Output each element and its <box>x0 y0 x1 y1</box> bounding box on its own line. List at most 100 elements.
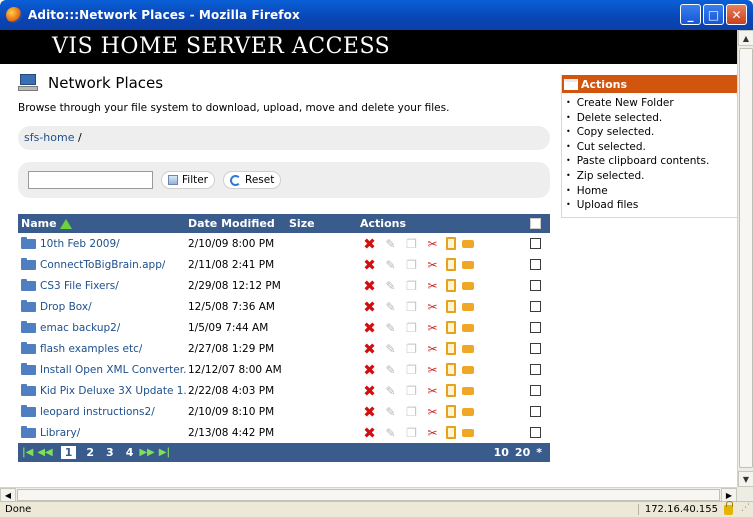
per-page-option[interactable]: 10 <box>494 446 509 459</box>
row-checkbox[interactable] <box>529 301 541 312</box>
row-checkbox[interactable] <box>529 385 541 396</box>
rename-icon[interactable]: ✎ <box>383 300 398 314</box>
folder-link[interactable]: ConnectToBigBrain.app/ <box>40 259 165 271</box>
reset-button[interactable]: Reset <box>223 171 282 189</box>
folder-link[interactable]: CS3 File Fixers/ <box>40 280 119 292</box>
row-checkbox[interactable] <box>529 280 541 291</box>
action-item[interactable]: • Zip selected. <box>566 169 737 184</box>
copy-icon[interactable]: ❐ <box>404 237 419 251</box>
zip-icon[interactable] <box>462 302 474 311</box>
folder-link[interactable]: Library/ <box>40 427 80 439</box>
cut-icon[interactable]: ✂ <box>425 321 440 335</box>
delete-icon[interactable]: ✖ <box>362 277 377 295</box>
breadcrumb-root-link[interactable]: sfs-home <box>24 131 75 144</box>
copy-icon[interactable]: ❐ <box>404 405 419 419</box>
column-header-size[interactable]: Size <box>289 217 360 230</box>
rename-icon[interactable]: ✎ <box>383 258 398 272</box>
folder-link[interactable]: 10th Feb 2009/ <box>40 238 120 250</box>
delete-icon[interactable]: ✖ <box>362 403 377 421</box>
scroll-left-icon[interactable]: ◀ <box>0 488 16 502</box>
paste-icon[interactable] <box>446 384 456 397</box>
row-checkbox[interactable] <box>529 406 541 417</box>
next-page-icon[interactable]: ▶▶ <box>139 447 154 458</box>
cut-icon[interactable]: ✂ <box>425 426 440 440</box>
rename-icon[interactable]: ✎ <box>383 321 398 335</box>
filter-input[interactable] <box>28 171 153 189</box>
rename-icon[interactable]: ✎ <box>383 342 398 356</box>
copy-icon[interactable]: ❐ <box>404 300 419 314</box>
folder-link[interactable]: Drop Box/ <box>40 301 92 313</box>
maximize-button[interactable]: □ <box>703 4 724 25</box>
cut-icon[interactable]: ✂ <box>425 363 440 377</box>
delete-icon[interactable]: ✖ <box>362 361 377 379</box>
rename-icon[interactable]: ✎ <box>383 279 398 293</box>
per-page-option[interactable]: 20 <box>515 446 530 459</box>
action-item[interactable]: • Upload files <box>566 198 737 213</box>
scroll-up-icon[interactable]: ▲ <box>738 30 753 46</box>
copy-icon[interactable]: ❐ <box>404 321 419 335</box>
action-item[interactable]: • Paste clipboard contents. <box>566 154 737 169</box>
paste-icon[interactable] <box>446 258 456 271</box>
folder-link[interactable]: Kid Pix Deluxe 3X Update 1.: <box>40 385 188 397</box>
rename-icon[interactable]: ✎ <box>383 426 398 440</box>
scroll-down-icon[interactable]: ▼ <box>738 471 753 487</box>
zip-icon[interactable] <box>462 344 474 353</box>
horizontal-scroll-thumb[interactable] <box>17 489 720 501</box>
horizontal-scrollbar[interactable]: ◀ ▶ <box>0 487 737 502</box>
zip-icon[interactable] <box>462 365 474 374</box>
zip-icon[interactable] <box>462 281 474 290</box>
row-checkbox[interactable] <box>529 322 541 333</box>
copy-icon[interactable]: ❐ <box>404 426 419 440</box>
row-checkbox[interactable] <box>529 238 541 249</box>
cut-icon[interactable]: ✂ <box>425 258 440 272</box>
delete-icon[interactable]: ✖ <box>362 298 377 316</box>
cut-icon[interactable]: ✂ <box>425 342 440 356</box>
action-item[interactable]: • Delete selected. <box>566 111 737 126</box>
page-number-4[interactable]: 4 <box>120 446 140 459</box>
copy-icon[interactable]: ❐ <box>404 258 419 272</box>
rename-icon[interactable]: ✎ <box>383 237 398 251</box>
rename-icon[interactable]: ✎ <box>383 384 398 398</box>
copy-icon[interactable]: ❐ <box>404 342 419 356</box>
action-item[interactable]: • Copy selected. <box>566 125 737 140</box>
action-item[interactable]: • Home <box>566 184 737 199</box>
select-all-checkbox[interactable] <box>529 218 541 229</box>
delete-icon[interactable]: ✖ <box>362 256 377 274</box>
folder-link[interactable]: leopard instructions2/ <box>40 406 155 418</box>
row-checkbox[interactable] <box>529 364 541 375</box>
previous-page-icon[interactable]: ◀◀ <box>37 447 52 458</box>
zip-icon[interactable] <box>462 260 474 269</box>
paste-icon[interactable] <box>446 321 456 334</box>
delete-icon[interactable]: ✖ <box>362 424 377 442</box>
zip-icon[interactable] <box>462 239 474 248</box>
last-page-icon[interactable]: ▶| <box>159 447 170 458</box>
close-button[interactable]: ✕ <box>726 4 747 25</box>
paste-icon[interactable] <box>446 237 456 250</box>
copy-icon[interactable]: ❐ <box>404 384 419 398</box>
delete-icon[interactable]: ✖ <box>362 340 377 358</box>
action-item[interactable]: • Cut selected. <box>566 140 737 155</box>
page-number-1[interactable]: 1 <box>60 446 77 459</box>
vertical-scroll-thumb[interactable] <box>739 48 753 468</box>
folder-link[interactable]: emac backup2/ <box>40 322 120 334</box>
delete-icon[interactable]: ✖ <box>362 235 377 253</box>
page-number-2[interactable]: 2 <box>80 446 100 459</box>
per-page-option[interactable]: * <box>536 446 542 459</box>
scroll-right-icon[interactable]: ▶ <box>721 488 737 502</box>
column-header-name[interactable]: Name <box>18 217 188 230</box>
lock-icon[interactable] <box>724 500 733 515</box>
paste-icon[interactable] <box>446 300 456 313</box>
zip-icon[interactable] <box>462 386 474 395</box>
paste-icon[interactable] <box>446 342 456 355</box>
vertical-scrollbar[interactable]: ▲ ▼ <box>737 30 753 487</box>
zip-icon[interactable] <box>462 428 474 437</box>
resize-grip-icon[interactable]: ⋰ <box>741 503 753 517</box>
page-number-3[interactable]: 3 <box>100 446 120 459</box>
folder-link[interactable]: Install Open XML Converter. <box>40 364 186 376</box>
first-page-icon[interactable]: |◀ <box>22 447 33 458</box>
rename-icon[interactable]: ✎ <box>383 363 398 377</box>
rename-icon[interactable]: ✎ <box>383 405 398 419</box>
cut-icon[interactable]: ✂ <box>425 279 440 293</box>
row-checkbox[interactable] <box>529 259 541 270</box>
row-checkbox[interactable] <box>529 427 541 438</box>
